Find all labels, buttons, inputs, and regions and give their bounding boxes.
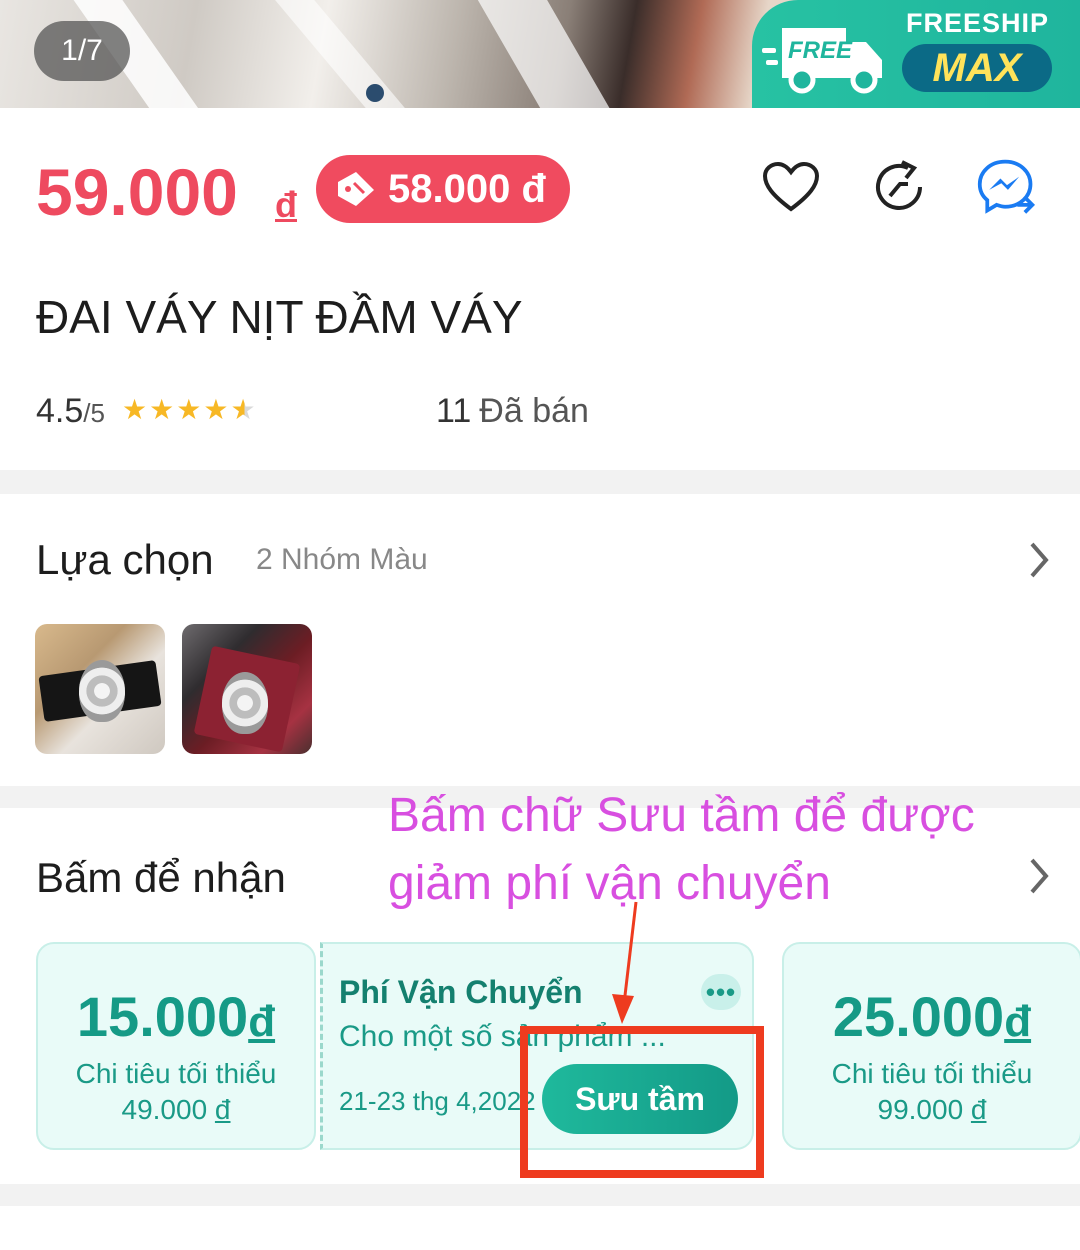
voucher-min-label: Chi tiêu tối thiểu <box>831 1058 1033 1089</box>
star-icon: ★ <box>203 394 229 425</box>
star-icon: ★ <box>149 394 175 425</box>
heart-icon <box>762 161 820 212</box>
option-thumbnail-red[interactable] <box>182 624 312 754</box>
options-summary: 2 Nhóm Màu <box>256 543 428 576</box>
rating-stars: ★ ★ ★ ★ ★ <box>122 396 256 424</box>
arrow-icon <box>612 901 638 1024</box>
image-stripe <box>476 0 624 108</box>
product-price: 59.000 <box>36 155 238 229</box>
freeship-label: FREESHIP <box>906 8 1050 38</box>
voucher-min-value: 99.000 đ <box>877 1094 987 1125</box>
star-icon: ★ <box>122 394 148 425</box>
options-title: Lựa chọn <box>36 536 214 583</box>
voucher-min-label: Chi tiêu tối thiểu <box>75 1058 277 1089</box>
voucher-price-value: 58.000 đ <box>388 166 546 211</box>
product-title: ĐAI VÁY NỊT ĐẦM VÁY <box>36 291 523 343</box>
voucher-min-spend: Chi tiêu tối thiểu 49.000 đ <box>38 1056 314 1128</box>
voucher-card[interactable]: 15.000đ Chi tiêu tối thiểu 49.000 đ <box>36 942 316 1150</box>
voucher-min-value: 49.000 đ <box>121 1094 231 1125</box>
more-options-button[interactable]: ••• <box>701 974 741 1010</box>
max-label: MAX <box>902 44 1052 92</box>
annotation-text: Bấm chữ Sưu tầm để được giảm phí vận chu… <box>388 789 975 910</box>
rating-value: 4.5 <box>36 392 84 430</box>
option-thumbnail-black[interactable] <box>35 624 165 754</box>
buckle-image <box>222 672 268 734</box>
sold-label: Đã bán <box>479 392 589 430</box>
section-divider <box>0 1184 1080 1206</box>
voucher-price-badge[interactable]: 58.000 đ <box>316 155 570 223</box>
favorite-button[interactable] <box>760 156 822 218</box>
truck-icon: FREE <box>762 28 882 94</box>
claim-vouchers-title: Bấm để nhận <box>36 854 286 901</box>
freeship-max-badge: FREE FREESHIP MAX <box>752 0 1080 108</box>
voucher-card[interactable]: 25.000đ Chi tiêu tối thiểu 99.000 đ <box>782 942 1080 1150</box>
sold-number: 11 <box>436 392 472 430</box>
ticket-icon <box>338 172 374 206</box>
rating-score: 4.5/5 <box>36 392 105 431</box>
voucher-amount: 15.000đ <box>76 985 276 1048</box>
voucher-min-spend: Chi tiêu tối thiểu 99.000 đ <box>784 1056 1080 1128</box>
chevron-right-icon[interactable] <box>1024 540 1054 580</box>
share-icon <box>876 160 922 210</box>
buckle-image <box>79 660 125 722</box>
voucher-title: Phí Vận Chuyển <box>339 974 583 1010</box>
star-icon: ★ <box>176 394 202 425</box>
voucher-date: 21-23 thg 4,2022 <box>339 1086 536 1116</box>
rating-max: /5 <box>83 398 105 428</box>
price-currency: đ <box>275 184 297 225</box>
image-stripe <box>269 0 421 108</box>
svg-text:FREE: FREE <box>788 37 853 64</box>
half-star-icon: ★ <box>230 394 256 425</box>
sold-count: 11 Đã bán <box>436 392 589 431</box>
voucher-amount: 25.000đ <box>832 985 1032 1048</box>
share-button[interactable] <box>868 156 930 218</box>
highlight-box <box>520 1026 764 1178</box>
image-detail <box>366 84 384 102</box>
messenger-share-button[interactable] <box>976 156 1038 218</box>
product-image-gallery[interactable]: 1/7 FREE FREESHIP MAX <box>0 0 1080 108</box>
messenger-icon <box>977 159 1036 214</box>
section-divider <box>0 470 1080 494</box>
image-counter: 1/7 <box>34 21 130 81</box>
